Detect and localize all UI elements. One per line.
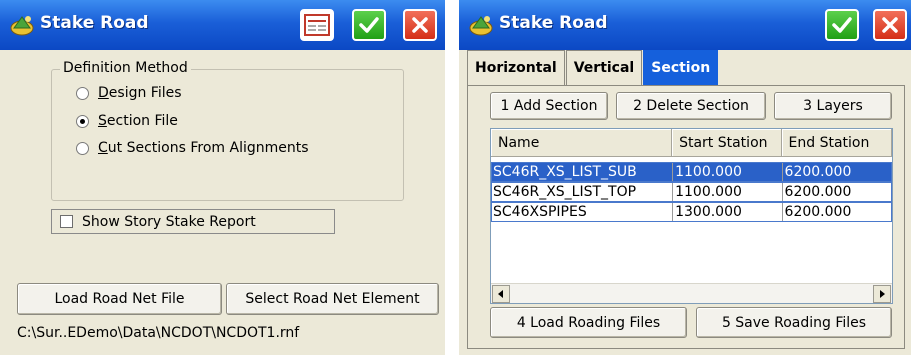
report-icon: [304, 14, 330, 36]
table-row[interactable]: SC46R_XS_LIST_SUB 1100.000 6200.000: [491, 162, 892, 182]
column-header-start-station[interactable]: Start Station: [672, 129, 782, 157]
column-header-end-station[interactable]: End Station: [781, 129, 892, 157]
close-icon: [412, 17, 428, 33]
ok-button[interactable]: [352, 9, 386, 41]
radio-button[interactable]: [76, 141, 89, 155]
radio-section-file[interactable]: Section File: [76, 113, 178, 129]
close-button[interactable]: [873, 9, 907, 41]
title-bar: Stake Road: [0, 0, 445, 50]
tab-section[interactable]: Section: [643, 50, 719, 85]
file-path: C:\Sur..EDemo\Data\NCDOT\NCDOT1.rnf: [17, 325, 300, 341]
radio-label: Design Files: [98, 85, 182, 101]
cell-name: SC46R_XS_LIST_TOP: [493, 184, 637, 200]
radio-label: Cut Sections From Alignments: [98, 140, 309, 156]
delete-section-button[interactable]: 2 Delete Section: [616, 92, 766, 120]
horizontal-scrollbar[interactable]: [491, 283, 892, 303]
radio-button[interactable]: [76, 86, 89, 100]
arrow-left-icon: [498, 290, 503, 298]
check-icon: [359, 17, 379, 33]
close-button[interactable]: [403, 9, 437, 41]
cell-end-station: 6200.000: [781, 202, 892, 222]
window-title: Stake Road: [40, 13, 149, 33]
save-roading-files-button[interactable]: 5 Save Roading Files: [696, 307, 892, 338]
column-header-name[interactable]: Name: [491, 129, 673, 157]
radio-cut-sections[interactable]: Cut Sections From Alignments: [76, 140, 309, 156]
stake-road-window-right: Stake Road Horizontal Vertical Section 1…: [459, 0, 911, 355]
select-road-net-element-button[interactable]: Select Road Net Element: [226, 283, 439, 315]
cell-end-station: 6200.000: [781, 182, 892, 202]
close-icon: [882, 17, 898, 33]
sections-table: Name Start Station End Station SC46R_XS_…: [490, 128, 893, 304]
load-roading-files-button[interactable]: 4 Load Roading Files: [490, 307, 687, 338]
checkbox-label: Show Story Stake Report: [82, 213, 256, 230]
cell-start-station: 1100.000: [672, 162, 782, 182]
tab-horizontal[interactable]: Horizontal: [467, 50, 565, 85]
cell-start-station: 1300.000: [672, 202, 781, 222]
road-app-icon: [469, 16, 493, 36]
scroll-right-button[interactable]: [873, 285, 891, 303]
group-title: Definition Method: [60, 60, 191, 76]
title-bar: Stake Road: [459, 0, 911, 50]
scroll-left-button[interactable]: [492, 285, 510, 303]
show-story-stake-report-checkbox[interactable]: Show Story Stake Report: [51, 209, 335, 234]
layers-button[interactable]: 3 Layers: [774, 92, 892, 120]
table-row[interactable]: SC46R_XS_LIST_TOP 1100.000 6200.000: [491, 182, 892, 202]
window-title: Stake Road: [499, 13, 608, 33]
road-app-icon: [10, 16, 34, 36]
radio-button[interactable]: [76, 114, 89, 128]
add-section-button[interactable]: 1 Add Section: [490, 92, 608, 120]
radio-design-files[interactable]: Design Files: [76, 85, 182, 101]
tab-strip: Horizontal Vertical Section: [467, 50, 719, 85]
table-header: Name Start Station End Station: [491, 129, 892, 157]
cell-name: SC46R_XS_LIST_SUB: [491, 162, 673, 182]
cell-end-station: 6200.000: [781, 162, 892, 182]
checkbox-box[interactable]: [60, 215, 73, 228]
table-row[interactable]: SC46XSPIPES 1300.000 6200.000: [491, 202, 892, 222]
radio-label: Section File: [98, 113, 178, 129]
ok-button[interactable]: [825, 9, 859, 41]
cell-start-station: 1100.000: [672, 182, 781, 202]
stake-road-window-left: Stake Road Definition Method Design File…: [0, 0, 445, 355]
check-icon: [832, 17, 852, 33]
arrow-right-icon: [880, 290, 885, 298]
report-button[interactable]: [300, 9, 334, 41]
tab-vertical[interactable]: Vertical: [565, 50, 643, 85]
definition-method-group: Definition Method Design Files Section F…: [51, 60, 404, 201]
load-road-net-file-button[interactable]: Load Road Net File: [17, 283, 222, 315]
cell-name: SC46XSPIPES: [493, 204, 587, 220]
